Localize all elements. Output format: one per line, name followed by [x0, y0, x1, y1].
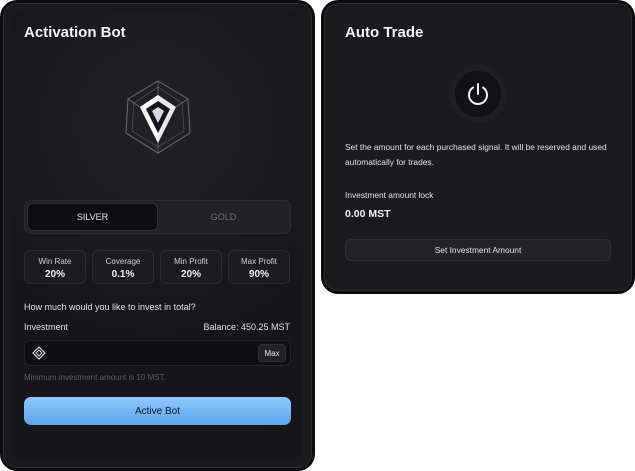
power-icon — [468, 83, 488, 105]
auto-trade-panel: Auto Trade Set the amount for each purch… — [324, 3, 632, 291]
investment-input-box: Max — [24, 340, 291, 366]
max-button[interactable]: Max — [258, 344, 286, 362]
set-investment-amount-button[interactable]: Set Investment Amount — [345, 239, 611, 261]
tier-selector: SILVER GOLD — [24, 200, 291, 234]
stat-label: Win Rate — [38, 257, 72, 266]
stat-value: 90% — [248, 269, 269, 280]
stat-win-rate: Win Rate 20% — [24, 250, 86, 284]
tier-gold-tab[interactable]: GOLD — [158, 203, 289, 231]
minimum-investment-note: Minimum investment amount is 10 MST. — [24, 373, 166, 382]
diamond-emblem-icon — [125, 80, 191, 154]
investment-lock-value: 0.00 MST — [345, 208, 391, 220]
stat-max-profit: Max Profit 90% — [228, 250, 290, 284]
stat-label: Min Profit — [174, 257, 208, 266]
token-icon — [32, 346, 46, 360]
activation-bot-title: Activation Bot — [24, 24, 126, 41]
stat-label: Max Profit — [240, 257, 277, 266]
stat-min-profit: Min Profit 20% — [160, 250, 222, 284]
stat-label: Coverage — [105, 257, 141, 266]
stat-coverage: Coverage 0.1% — [92, 250, 154, 284]
active-bot-button[interactable]: Active Bot — [24, 397, 291, 425]
activation-bot-panel: Activation Bot SILVER GOLD Win Rate 20% … — [3, 3, 312, 468]
investment-question: How much would you like to invest in tot… — [24, 302, 196, 312]
power-toggle[interactable] — [455, 71, 501, 117]
tier-silver-tab[interactable]: SILVER — [27, 203, 158, 231]
auto-trade-title: Auto Trade — [345, 24, 424, 41]
balance-text: Balance: 450.25 MST — [203, 322, 290, 332]
investment-input[interactable] — [53, 344, 247, 364]
stat-value: 20% — [180, 269, 201, 280]
auto-trade-description: Set the amount for each purchased signal… — [345, 142, 607, 167]
investment-label: Investment — [24, 322, 69, 332]
stat-value: 20% — [44, 269, 65, 280]
investment-lock-label: Investment amount lock — [345, 190, 434, 200]
stat-value: 0.1% — [111, 269, 135, 280]
